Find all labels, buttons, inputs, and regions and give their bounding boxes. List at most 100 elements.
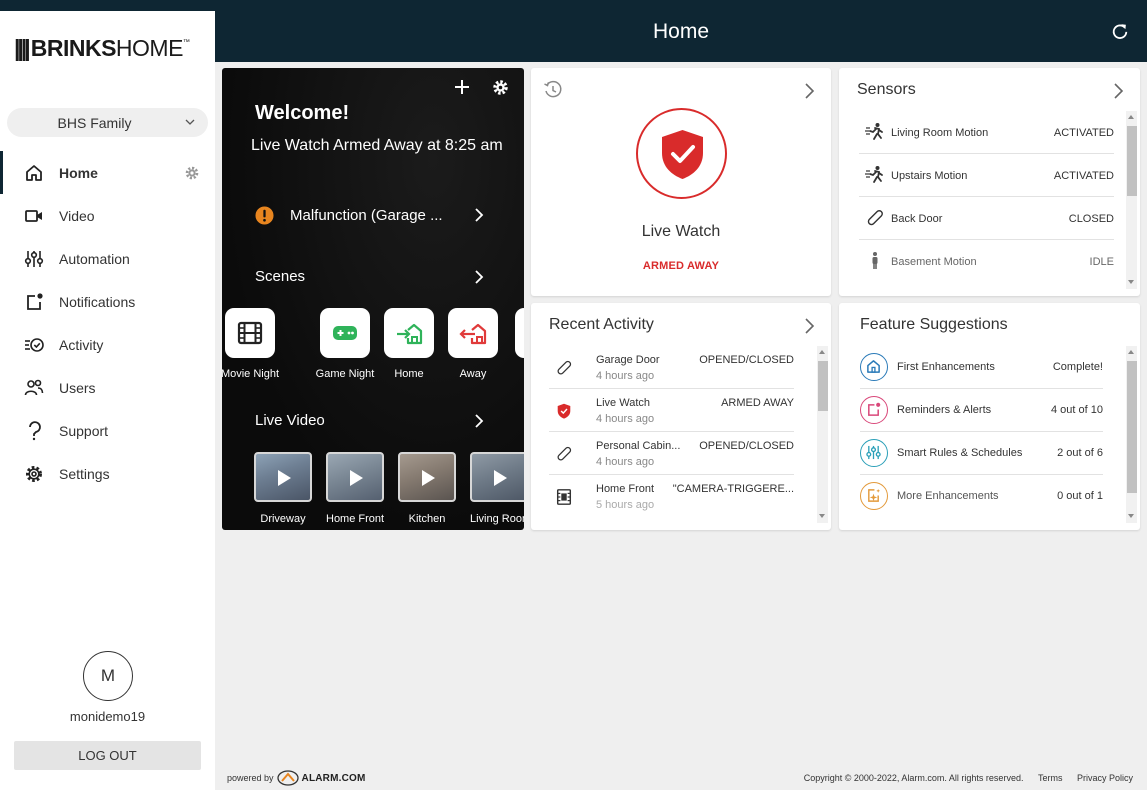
shield-check-icon: [662, 130, 703, 179]
chevron-right-icon[interactable]: [474, 413, 484, 429]
warning-icon: [255, 206, 274, 225]
scene-home[interactable]: Home: [378, 308, 440, 380]
camera-driveway[interactable]: Driveway: [254, 452, 312, 525]
feature-list: First Enhancements Complete! Reminders &…: [860, 346, 1103, 518]
powered-by: powered by ALARM.COM: [227, 770, 366, 786]
play-icon: [494, 470, 507, 486]
sidebar: |||| BRINKSHOME™ BHS Family Home Video A…: [0, 11, 215, 790]
activity-time: 4 hours ago: [596, 413, 655, 425]
scene-away[interactable]: Away: [442, 308, 504, 380]
account-name: BHS Family: [57, 115, 132, 131]
malfunction-text: Malfunction (Garage ...: [290, 207, 443, 224]
door-sensor-icon: [557, 360, 572, 375]
sliders-icon: [866, 445, 881, 460]
sensor-list: Living Room Motion ACTIVATED Upstairs Mo…: [859, 111, 1114, 283]
camera-kitchen[interactable]: Kitchen: [398, 452, 456, 525]
sensors-scrollbar[interactable]: [1126, 111, 1137, 289]
feature-progress: 4 out of 10: [1051, 404, 1103, 416]
logout-button[interactable]: LOG OUT: [14, 741, 201, 770]
scene-game-night[interactable]: Game Night: [314, 308, 376, 380]
feature-progress: Complete!: [1052, 361, 1103, 373]
malfunction-alert[interactable]: Malfunction (Garage ...: [255, 204, 515, 228]
feature-row[interactable]: Smart Rules & Schedules 2 out of 6: [860, 432, 1103, 475]
sensor-row[interactable]: Back Door CLOSED: [859, 197, 1114, 240]
sidebar-item-label: Settings: [59, 466, 110, 482]
feature-row[interactable]: Reminders & Alerts 4 out of 10: [860, 389, 1103, 432]
live-watch-card[interactable]: Live Watch ARMED AWAY: [531, 68, 831, 296]
alarm-com-logo[interactable]: ALARM.COM: [276, 770, 366, 786]
history-icon[interactable]: [543, 80, 563, 100]
welcome-title: Welcome!: [255, 102, 350, 124]
avatar[interactable]: M: [83, 651, 133, 701]
alarm-com-mark-icon: [276, 770, 299, 786]
sidebar-item-notifications[interactable]: Notifications: [0, 280, 215, 323]
activity-time: 4 hours ago: [596, 370, 655, 382]
sidebar-item-users[interactable]: Users: [0, 366, 215, 409]
person-icon: [872, 252, 878, 269]
camera-home-front[interactable]: Home Front: [326, 452, 384, 525]
gear-icon[interactable]: [184, 165, 200, 181]
activity-event: "CAMERA-TRIGGERE...: [672, 483, 794, 495]
feature-scrollbar[interactable]: [1126, 346, 1137, 523]
scene-tile: [515, 308, 524, 358]
activity-row[interactable]: Home Front 5 hours ago "CAMERA-TRIGGERE.…: [549, 475, 794, 518]
activity-row[interactable]: Personal Cabin... 4 hours ago OPENED/CLO…: [549, 432, 794, 475]
chevron-right-icon[interactable]: [1112, 82, 1124, 100]
sidebar-item-home[interactable]: Home: [0, 151, 215, 194]
camera-living-room[interactable]: Living Room: [470, 452, 524, 525]
scenes-title[interactable]: Scenes: [255, 268, 305, 285]
scene-movie-night[interactable]: Movie Night: [222, 308, 281, 380]
privacy-policy-link[interactable]: Privacy Policy: [1077, 773, 1133, 783]
recent-activity-card: Recent Activity Garage Door 4 hours ago …: [531, 303, 831, 530]
feature-row[interactable]: First Enhancements Complete!: [860, 346, 1103, 389]
activity-scrollbar[interactable]: [817, 346, 828, 523]
gear-icon[interactable]: [492, 79, 509, 96]
feature-suggestions-card: Feature Suggestions First Enhancements C…: [839, 303, 1140, 530]
chevron-right-icon[interactable]: [803, 82, 815, 100]
video-clip-icon: [556, 489, 572, 505]
live-video-title[interactable]: Live Video: [255, 412, 325, 429]
camera-thumbnail: [326, 452, 384, 502]
notification-icon: [868, 402, 881, 416]
chevron-right-icon[interactable]: [474, 269, 484, 285]
refresh-icon[interactable]: [1111, 22, 1129, 40]
feature-row[interactable]: More Enhancements 0 out of 1: [860, 475, 1103, 518]
sensor-status: ACTIVATED: [1053, 170, 1114, 182]
account-selector[interactable]: BHS Family: [7, 108, 208, 137]
settings-icon: [26, 466, 42, 482]
activity-list: Garage Door 4 hours ago OPENED/CLOSED Li…: [549, 346, 794, 518]
recent-activity-title[interactable]: Recent Activity: [549, 316, 654, 334]
terms-link[interactable]: Terms: [1038, 773, 1063, 783]
security-status-ring[interactable]: [636, 108, 727, 199]
sidebar-item-label: Automation: [59, 251, 130, 267]
activity-row[interactable]: Garage Door 4 hours ago OPENED/CLOSED: [549, 346, 794, 389]
sensor-name: Upstairs Motion: [891, 170, 968, 182]
sidebar-item-support[interactable]: Support: [0, 409, 215, 452]
sensor-name: Basement Motion: [891, 256, 977, 268]
users-icon: [24, 379, 44, 396]
feature-suggestions-title: Feature Suggestions: [860, 316, 1008, 333]
camera-thumbnail: [254, 452, 312, 502]
camera-label: Driveway: [260, 513, 306, 525]
sidebar-item-settings[interactable]: Settings: [0, 452, 215, 495]
brinks-home-logo[interactable]: |||| BRINKSHOME™: [14, 35, 190, 62]
scene-overflow[interactable]: [509, 308, 524, 358]
username: monidemo19: [69, 709, 146, 724]
plus-icon[interactable]: [454, 79, 470, 95]
activity-row[interactable]: Live Watch 4 hours ago ARMED AWAY: [549, 389, 794, 432]
sidebar-item-video[interactable]: Video: [0, 194, 215, 237]
sensor-row[interactable]: Living Room Motion ACTIVATED: [859, 111, 1114, 154]
sidebar-item-activity[interactable]: Activity: [0, 323, 215, 366]
film-icon: [237, 321, 263, 345]
sensor-name: Living Room Motion: [891, 127, 989, 139]
sidebar-item-automation[interactable]: Automation: [0, 237, 215, 280]
feature-icon-ring: [860, 353, 888, 381]
sensor-row[interactable]: Basement Motion IDLE: [859, 240, 1114, 283]
page-title: Home: [652, 20, 710, 43]
sensor-status: IDLE: [1089, 256, 1114, 268]
welcome-card: Welcome! Live Watch Armed Away at 8:25 a…: [222, 68, 524, 530]
chevron-right-icon[interactable]: [803, 317, 815, 335]
sensor-row[interactable]: Upstairs Motion ACTIVATED: [859, 154, 1114, 197]
sensors-title[interactable]: Sensors: [857, 81, 916, 99]
activity-icon: [25, 338, 44, 352]
